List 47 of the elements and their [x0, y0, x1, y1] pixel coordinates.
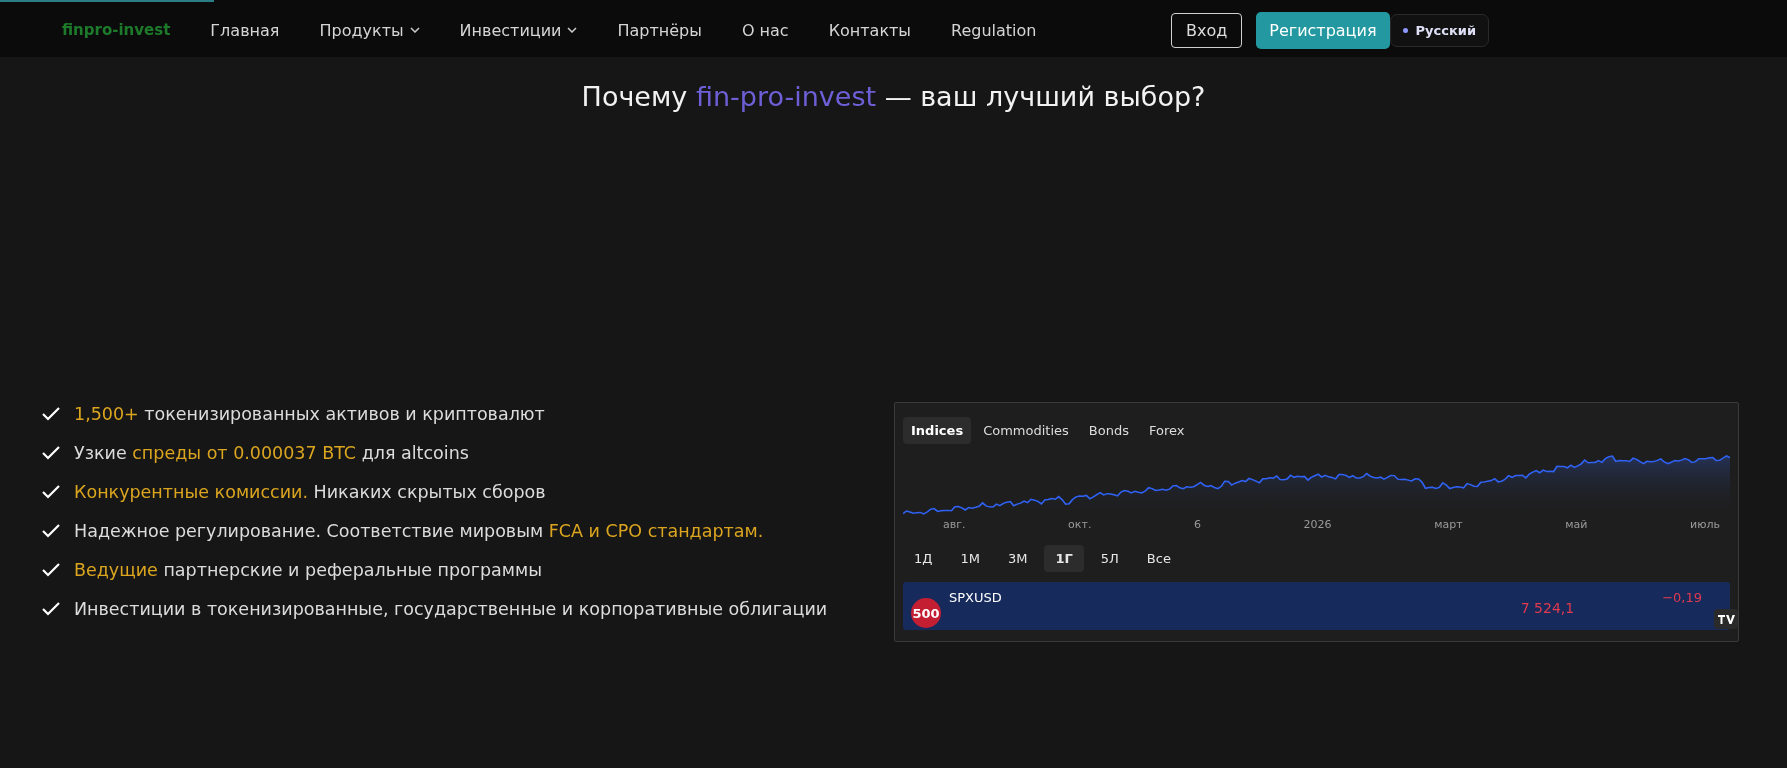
- symbol-badge: 500: [911, 598, 941, 628]
- nav-link[interactable]: Контакты: [808, 20, 931, 40]
- symbol-row[interactable]: 500 SPXUSD 7 524,1 −0,19: [903, 582, 1730, 630]
- symbol-change: −0,19: [1662, 590, 1702, 605]
- feature-text: Конкурентные комиссии. Никаких скрытых сборов: [74, 482, 546, 502]
- site-logo[interactable]: finpro-invest: [62, 21, 171, 39]
- chevron-down-icon: [409, 27, 420, 33]
- symbol-price: 7 524,1: [1520, 600, 1575, 616]
- market-tab[interactable]: Indices: [903, 417, 972, 444]
- range-button[interactable]: 1Д: [903, 545, 944, 572]
- checkmark-icon: [42, 446, 60, 460]
- nav-link[interactable]: Regulation: [931, 20, 1057, 40]
- feature-text: Надежное регулирование. Соответствие мировым FCA и CPO стандартам.: [74, 521, 764, 541]
- range-button[interactable]: 5Л: [1089, 545, 1130, 572]
- checkmark-icon: [42, 407, 60, 421]
- checkmark-icon: [42, 563, 60, 577]
- axis-label: окт.: [1068, 518, 1092, 531]
- range-button[interactable]: 1Г: [1044, 545, 1084, 572]
- feature-text: Инвестиции в токенизированные, государственные и корпоративные облигации: [74, 599, 828, 619]
- nav-link[interactable]: Продукты: [299, 20, 440, 40]
- range-button[interactable]: Все: [1135, 545, 1182, 572]
- range-button[interactable]: 1М: [949, 545, 991, 572]
- axis-label: 2026: [1303, 518, 1332, 531]
- axis-label: авг.: [943, 518, 966, 531]
- feature-text: Узкие спреды от 0.000037 BTC для altcoins: [74, 443, 469, 463]
- checkmark-icon: [42, 602, 60, 616]
- feature-text: Ведущие партнерские и реферальные программы: [74, 560, 543, 580]
- section-heading: Почему fin-pro-invest — ваш лучший выбор?: [580, 81, 1207, 112]
- market-tab[interactable]: Forex: [1140, 417, 1193, 444]
- feature-text: 1,500+ токенизированных активов и криптовалют: [74, 404, 545, 424]
- axis-label: 6: [1193, 518, 1201, 531]
- checkmark-icon: [42, 485, 60, 499]
- checkmark-icon: [42, 524, 60, 538]
- axis-label: июль: [1690, 518, 1720, 531]
- symbol-name: SPXUSD: [949, 590, 1002, 605]
- market-tab[interactable]: Commodities: [975, 417, 1077, 444]
- axis-label: март: [1434, 518, 1463, 531]
- axis-label: май: [1565, 518, 1588, 531]
- nav-link[interactable]: Партнёры: [597, 20, 722, 40]
- chevron-down-icon: [567, 27, 578, 33]
- login-button[interactable]: Вход: [1170, 12, 1243, 48]
- language-selector[interactable]: Русский: [1389, 13, 1489, 47]
- market-tab[interactable]: Bonds: [1080, 417, 1137, 444]
- nav-link[interactable]: Инвестиции: [439, 20, 598, 40]
- nav-link[interactable]: Главная: [190, 20, 300, 40]
- range-button[interactable]: 3М: [996, 545, 1039, 572]
- nav-link[interactable]: О нас: [721, 20, 809, 40]
